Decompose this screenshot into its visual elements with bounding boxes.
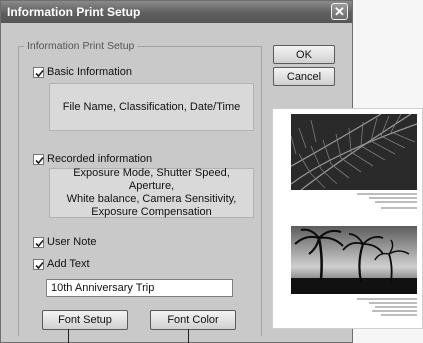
add-text-checkbox[interactable] xyxy=(33,258,44,270)
font-color-button[interactable]: Font Color xyxy=(150,310,236,330)
title-bar: Information Print Setup ✕ xyxy=(1,1,352,23)
palm-trees-sunset-photo xyxy=(291,226,417,294)
callout-line xyxy=(68,329,69,343)
check-icon xyxy=(35,156,44,164)
check-icon xyxy=(35,261,44,269)
recorded-information-checkbox[interactable] xyxy=(33,153,44,165)
user-note-label: User Note xyxy=(47,236,97,248)
caption-lines xyxy=(357,193,417,211)
add-text-label: Add Text xyxy=(47,258,90,270)
close-button[interactable]: ✕ xyxy=(331,3,348,20)
basic-information-details: File Name, Classification, Date/Time xyxy=(49,83,254,131)
add-text-option[interactable]: Add Text xyxy=(33,258,90,270)
recorded-details-line: Exposure Compensation xyxy=(91,206,212,218)
basic-information-checkbox[interactable] xyxy=(33,66,44,78)
recorded-details-line: Exposure Mode, Shutter Speed, Aperture, xyxy=(73,167,230,192)
basic-information-label: Basic Information xyxy=(47,66,132,78)
font-setup-button[interactable]: Font Setup xyxy=(42,310,128,330)
callout-line xyxy=(188,329,189,343)
print-preview xyxy=(272,108,423,329)
group-label: Information Print Setup xyxy=(24,40,138,52)
user-note-checkbox[interactable] xyxy=(33,236,44,248)
check-icon xyxy=(35,69,44,77)
recorded-information-option[interactable]: Recorded information xyxy=(33,153,152,165)
ok-button[interactable]: OK xyxy=(273,45,335,64)
add-text-input[interactable] xyxy=(46,279,233,297)
cancel-button[interactable]: Cancel xyxy=(273,67,335,86)
recorded-details-line: White balance, Camera Sensitivity, xyxy=(66,193,237,205)
dialog-title: Information Print Setup xyxy=(7,5,141,19)
palm-leaves-photo xyxy=(291,114,417,190)
basic-information-details-text: File Name, Classification, Date/Time xyxy=(62,100,241,113)
user-note-option[interactable]: User Note xyxy=(33,236,97,248)
caption-lines xyxy=(357,298,417,318)
recorded-information-details: Exposure Mode, Shutter Speed, Aperture, … xyxy=(49,167,254,218)
basic-information-option[interactable]: Basic Information xyxy=(33,66,132,78)
recorded-information-label: Recorded information xyxy=(47,153,153,165)
check-icon xyxy=(35,239,44,247)
close-icon: ✕ xyxy=(334,4,345,19)
